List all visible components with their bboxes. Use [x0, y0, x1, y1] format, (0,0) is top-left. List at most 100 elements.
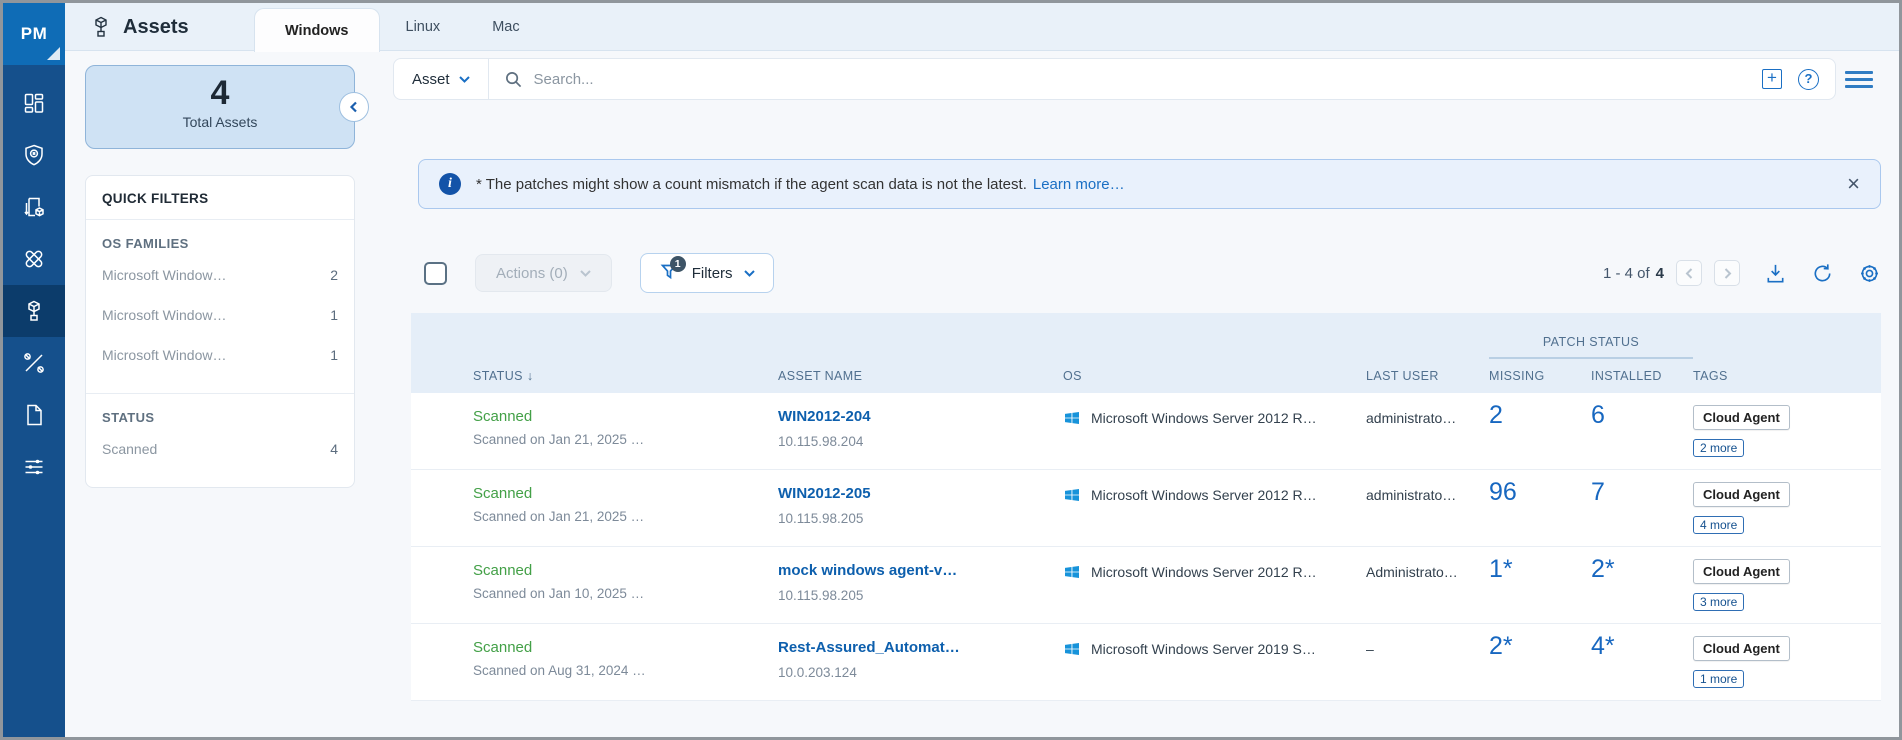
missing-count[interactable]: 1* [1489, 547, 1591, 584]
column-status[interactable]: STATUS ↓ [473, 369, 778, 383]
asset-name-link[interactable]: WIN2012-205 [778, 485, 871, 502]
filters-dropdown-button[interactable]: 1 Filters [639, 253, 774, 293]
column-os[interactable]: OS [1063, 369, 1366, 383]
column-tags[interactable]: TAGS [1693, 369, 1881, 383]
chevron-right-icon [1724, 267, 1731, 279]
os-family-filter-item[interactable]: Microsoft Window… 1 [102, 307, 338, 323]
more-tags-chip[interactable]: 3 more [1693, 593, 1745, 611]
status-detail: Scanned on Jan 21, 2025 … [473, 509, 645, 524]
banner-close-button[interactable]: × [1847, 173, 1860, 195]
search-scope-dropdown[interactable]: Asset [394, 59, 488, 99]
installed-count[interactable]: 7 [1591, 470, 1693, 507]
search-help-button[interactable]: ? [1798, 68, 1819, 90]
windows-logo-icon [1065, 412, 1079, 424]
app-logo[interactable]: PM [3, 3, 65, 65]
table-settings-button[interactable] [1858, 262, 1881, 285]
quick-filters-section-status: STATUS Scanned 4 [86, 393, 354, 487]
more-tags-chip[interactable]: 2 more [1693, 439, 1745, 457]
table-header: PATCH STATUS STATUS ↓ ASSET NAME OS LAST … [411, 313, 1881, 393]
installed-count[interactable]: 2* [1591, 547, 1693, 584]
os-name: Microsoft Windows Server 2012 R… [1091, 487, 1317, 503]
tag-chip[interactable]: Cloud Agent [1693, 636, 1790, 661]
status-value: Scanned [473, 562, 533, 579]
status-detail: Scanned on Jan 10, 2025 … [473, 586, 645, 601]
total-assets-card[interactable]: 4 Total Assets [85, 65, 369, 149]
asset-name-link[interactable]: mock windows agent-v… [778, 562, 957, 579]
missing-count[interactable]: 96 [1489, 470, 1591, 507]
refresh-button[interactable] [1811, 262, 1834, 285]
search-input[interactable] [533, 70, 1762, 88]
tags-cell: Cloud Agent 2 more [1693, 393, 1881, 457]
assets-cube-icon [95, 16, 107, 37]
status-detail: Scanned on Aug 31, 2024 … [473, 663, 646, 678]
column-last-user[interactable]: LAST USER [1366, 369, 1489, 383]
tag-chip[interactable]: Cloud Agent [1693, 482, 1790, 507]
os-cell: Microsoft Windows Server 2012 R… [1063, 393, 1366, 427]
info-icon: i [439, 173, 461, 195]
sidebar-item-assets[interactable] [3, 285, 65, 337]
tag-chip[interactable]: Cloud Agent [1693, 559, 1790, 584]
status-filter-item[interactable]: Scanned 4 [102, 441, 338, 457]
os-family-filter-item[interactable]: Microsoft Window… 1 [102, 347, 338, 363]
sidebar-item-tools[interactable] [3, 337, 65, 389]
more-tags-chip[interactable]: 1 more [1693, 670, 1745, 688]
add-search-token-button[interactable]: + [1762, 69, 1782, 89]
sidebar: PM [3, 3, 65, 737]
search-row: Asset + ? [393, 58, 1883, 100]
windows-logo-icon [1065, 489, 1079, 501]
previous-page-button[interactable] [1676, 260, 1702, 286]
pagination-total: 4 [1655, 264, 1664, 282]
sidebar-item-vulnerabilities[interactable] [3, 129, 65, 181]
filter-label: Scanned [102, 441, 158, 457]
reports-icon [27, 404, 42, 426]
next-page-button[interactable] [1714, 260, 1740, 286]
sidebar-item-reports[interactable] [3, 389, 65, 441]
os-family-filter-item[interactable]: Microsoft Window… 2 [102, 267, 338, 283]
os-name: Microsoft Windows Server 2012 R… [1091, 564, 1317, 580]
table-row: Scanned Scanned on Jan 10, 2025 … mock w… [411, 547, 1881, 624]
sidebar-item-configuration[interactable] [3, 441, 65, 493]
asset-name-link[interactable]: Rest-Assured_Automat… [778, 639, 960, 656]
actions-dropdown-button[interactable]: Actions (0) [475, 254, 612, 292]
gear-icon [1861, 264, 1878, 282]
column-header-row: STATUS ↓ ASSET NAME OS LAST USER MISSING … [411, 359, 1881, 393]
asset-name-link[interactable]: WIN2012-204 [778, 408, 871, 425]
asset-cell: WIN2012-205 10.115.98.205 [778, 470, 1063, 526]
learn-more-link[interactable]: Learn more… [1033, 176, 1125, 193]
tab-linux[interactable]: Linux [380, 19, 467, 35]
last-user-cell: administrato… [1366, 410, 1457, 426]
sidebar-item-patches[interactable] [3, 233, 65, 285]
select-all-checkbox[interactable] [424, 261, 447, 285]
tab-mac[interactable]: Mac [466, 19, 545, 35]
logo-corner-triangle [47, 47, 60, 60]
last-user-cell: Administrato… [1366, 564, 1458, 580]
chevron-down-icon [743, 269, 755, 277]
os-cell: Microsoft Windows Server 2012 R… [1063, 547, 1366, 581]
column-asset-name[interactable]: ASSET NAME [778, 369, 1063, 383]
collapse-panel-button[interactable] [339, 92, 369, 122]
windows-logo-icon [1065, 643, 1079, 655]
installed-count[interactable]: 4* [1591, 624, 1693, 661]
pagination-range: 1 - 4 of [1602, 264, 1650, 282]
sidebar-item-dashboard[interactable] [3, 77, 65, 129]
tab-windows[interactable]: Windows [254, 8, 380, 52]
column-missing[interactable]: MISSING [1489, 369, 1591, 383]
missing-count[interactable]: 2 [1489, 393, 1591, 430]
table-toolbar: Actions (0) 1 Filters 1 - 4 of 4 [411, 253, 1881, 293]
jobs-icon [24, 197, 44, 217]
missing-count[interactable]: 2* [1489, 624, 1591, 661]
menu-button[interactable] [1845, 67, 1875, 91]
hamburger-icon [1845, 70, 1873, 74]
tags-cell: Cloud Agent 1 more [1693, 624, 1881, 688]
patch-status-group-row: PATCH STATUS [411, 313, 1881, 359]
tag-chip[interactable]: Cloud Agent [1693, 405, 1790, 430]
installed-count[interactable]: 6 [1591, 393, 1693, 430]
total-assets-count: 4 [210, 74, 230, 112]
asset-cell: WIN2012-204 10.115.98.204 [778, 393, 1063, 449]
download-button[interactable] [1764, 262, 1787, 285]
sidebar-item-jobs[interactable] [3, 181, 65, 233]
divider [487, 58, 489, 100]
column-installed[interactable]: INSTALLED [1591, 369, 1693, 383]
search-scope-label: Asset [412, 70, 450, 88]
more-tags-chip[interactable]: 4 more [1693, 516, 1745, 534]
